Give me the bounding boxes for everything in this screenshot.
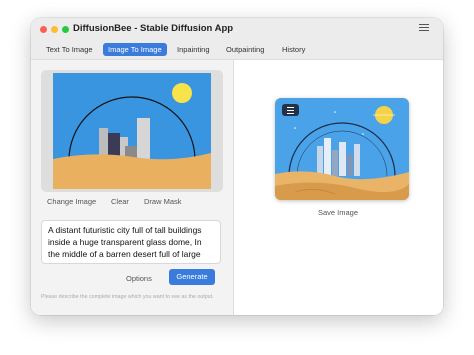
input-image-container[interactable] [41,70,223,192]
change-image-button[interactable]: Change Image [47,197,96,206]
tab-outpainting[interactable]: Outpainting [221,43,269,56]
options-button[interactable]: Options [126,274,152,283]
output-panel: Save Image [234,60,443,315]
close-window-button[interactable] [40,26,47,33]
clear-button[interactable]: Clear [111,197,129,206]
input-panel: Change Image Clear Draw Mask A distant f… [31,60,233,315]
hamburger-icon[interactable] [419,22,429,32]
input-image [53,73,211,189]
generate-button[interactable]: Generate [169,269,215,285]
tab-inpainting[interactable]: Inpainting [172,43,215,56]
app-window: DiffusionBee - Stable Diffusion App Text… [31,18,443,315]
zoom-window-button[interactable] [62,26,69,33]
window-title: DiffusionBee - Stable Diffusion App [73,23,234,34]
tab-bar: Text To Image Image To Image Inpainting … [31,40,443,60]
draw-mask-button[interactable]: Draw Mask [144,197,182,206]
result-menu-button[interactable] [282,104,299,116]
prompt-helper-text: Please describe the complete image which… [41,294,214,300]
tab-image-to-image[interactable]: Image To Image [103,43,167,56]
minimize-window-button[interactable] [51,26,58,33]
generated-image[interactable] [275,98,409,200]
save-image-button[interactable]: Save Image [318,208,358,217]
tab-history[interactable]: History [277,43,310,56]
tab-text-to-image[interactable]: Text To Image [41,43,98,56]
prompt-input[interactable]: A distant futuristic city full of tall b… [41,220,221,264]
title-bar: DiffusionBee - Stable Diffusion App [31,18,443,40]
prompt-text: A distant futuristic city full of tall b… [48,225,210,263]
